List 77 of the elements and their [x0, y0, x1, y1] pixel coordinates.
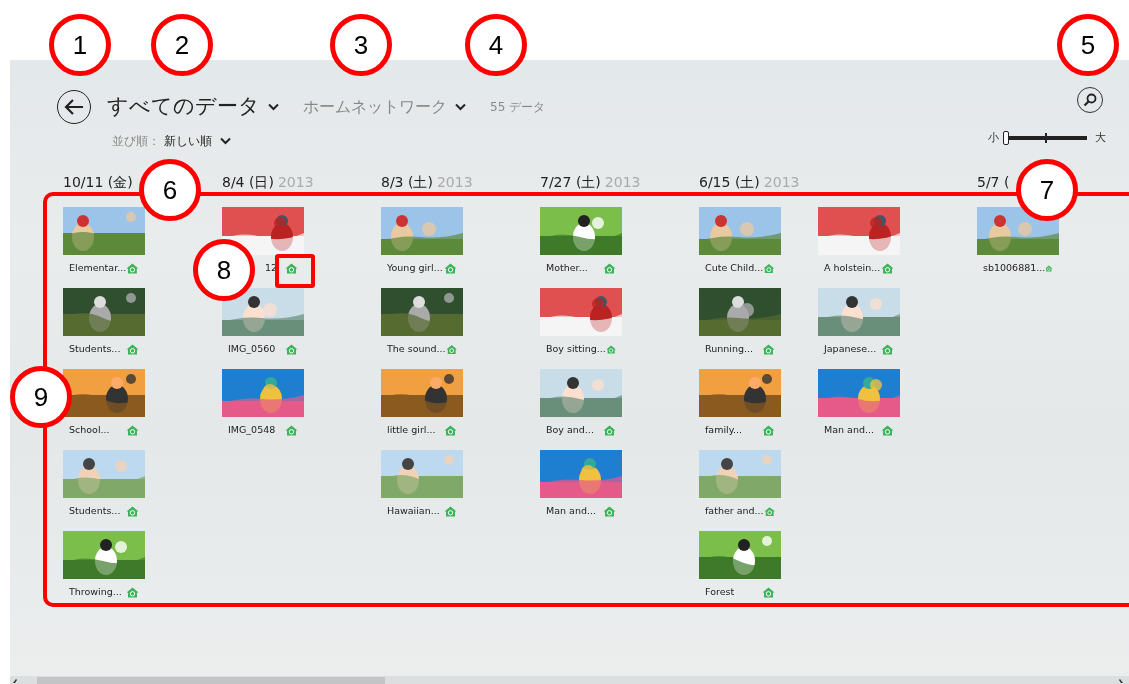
caret-icon — [220, 137, 231, 145]
photo-caption: IMG_0548 — [228, 422, 276, 437]
home-network-icon — [126, 586, 139, 598]
photo-caption: Running... — [705, 341, 753, 356]
group-date: 7/27 (土) — [540, 174, 601, 190]
photo-caption: Boy and... — [546, 422, 594, 437]
home-network-icon — [763, 505, 775, 517]
photo-caption: Hawaiian... — [387, 503, 440, 518]
photo-caption: Man and... — [546, 503, 596, 518]
callout-number: 4 — [465, 14, 527, 76]
photo-caption: Young girl... — [387, 260, 443, 275]
group-year: 2013 — [277, 174, 314, 190]
photo-caption: Japanese... — [824, 341, 877, 356]
photo-caption: Throwing... — [69, 584, 122, 599]
photo-caption: Cute Child... — [705, 260, 764, 275]
callout-number: 2 — [151, 14, 213, 76]
home-network-icon — [881, 424, 894, 436]
callout-number: 3 — [330, 14, 392, 76]
photo-caption: IMG_0560 — [228, 341, 276, 356]
home-network-icon — [763, 262, 775, 274]
home-network-icon — [444, 424, 457, 436]
group-year: 2013 — [604, 174, 641, 190]
photo-caption: The sound... — [387, 341, 446, 356]
sort-dropdown[interactable]: 新しい順 — [164, 132, 231, 150]
home-network-icon — [285, 343, 298, 355]
group-date: 10/11 (金) — [63, 174, 133, 190]
slider-max-label: 大 — [1095, 130, 1106, 146]
caret-icon — [268, 103, 279, 111]
back-arrow-icon — [63, 98, 85, 116]
photo-caption: Elementar... — [69, 260, 127, 275]
group-year: 2013 — [763, 174, 800, 190]
search-icon — [1082, 92, 1098, 108]
home-network-icon — [285, 262, 298, 274]
group-date: 5/7 ( — [977, 174, 1010, 190]
caret-icon — [455, 103, 466, 111]
home-network-icon — [762, 586, 775, 598]
home-network-icon — [126, 343, 139, 355]
home-network-icon — [126, 424, 139, 436]
highlight-box — [275, 254, 315, 288]
home-network-icon — [126, 262, 139, 274]
data-filter-dropdown[interactable]: すべてのデータ — [107, 91, 279, 123]
photo-caption: A holstein... — [824, 260, 881, 275]
group-date: 8/3 (土) — [381, 174, 433, 190]
photo-caption: Forest — [705, 584, 735, 599]
home-network-icon — [445, 343, 457, 355]
horizontal-scrollbar[interactable] — [10, 676, 1129, 684]
photo-caption: sb1006881... — [983, 260, 1046, 275]
home-network-icon — [603, 424, 616, 436]
home-network-icon — [444, 262, 457, 274]
slider-min-label: 小 — [988, 130, 999, 146]
group-date: 6/15 (土) — [699, 174, 760, 190]
photo-caption: Students... — [69, 341, 121, 356]
photo-caption: Students... — [69, 503, 121, 518]
home-network-icon — [126, 505, 139, 517]
sort-label: 並び順： — [112, 133, 160, 150]
photo-caption: Man and... — [824, 422, 874, 437]
photo-caption: little girl... — [387, 422, 436, 437]
photo-caption: father and... — [705, 503, 764, 518]
group-date: 8/4 (日) — [222, 174, 274, 190]
home-network-icon — [881, 343, 894, 355]
photo-caption: Mother... — [546, 260, 588, 275]
callout-number: 5 — [1057, 14, 1119, 76]
home-network-icon — [881, 262, 894, 274]
photo-caption: Boy sitting... — [546, 341, 606, 356]
item-count: 55 データ — [490, 99, 546, 116]
home-network-icon — [603, 262, 616, 274]
home-network-icon — [603, 505, 616, 517]
home-network-icon — [762, 424, 775, 436]
slider-thumb[interactable] — [1003, 131, 1009, 146]
home-network-icon — [444, 505, 457, 517]
callout-number: 1 — [49, 14, 111, 76]
home-network-icon — [762, 343, 775, 355]
home-network-icon — [285, 424, 298, 436]
photo-caption: School... — [69, 422, 110, 437]
group-year: 2013 — [436, 174, 473, 190]
home-network-icon — [605, 343, 616, 355]
photo-caption: family... — [705, 422, 743, 437]
